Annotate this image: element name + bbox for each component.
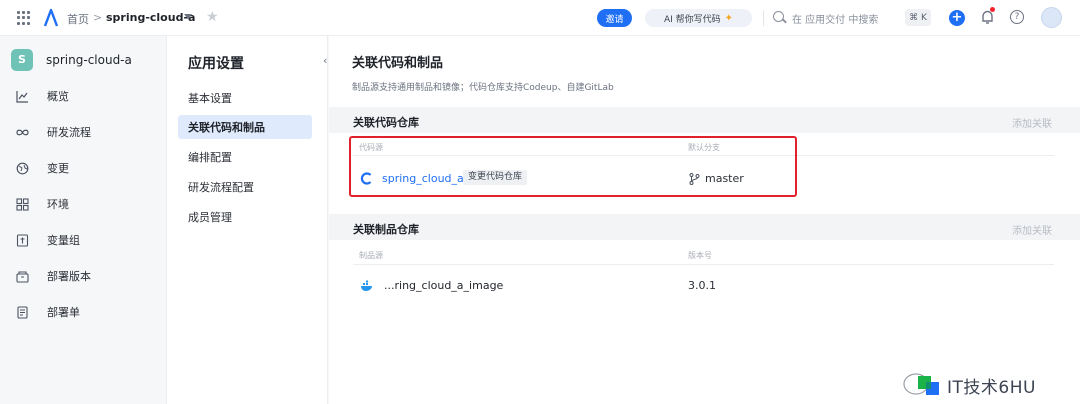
ai-assistant-label: AI 帮你写代码 (663, 14, 721, 25)
sidebar-item-environments[interactable]: 环境 (0, 192, 166, 216)
app-launcher-icon[interactable] (17, 11, 31, 25)
breadcrumb-app[interactable]: spring-cloud-a (106, 11, 195, 24)
search-input[interactable]: 在 应用交付 中搜索 (792, 11, 878, 26)
sidebar-item-deploy-versions[interactable]: 部署版本 (0, 264, 166, 288)
chevron-down-icon[interactable] (184, 14, 192, 19)
column-header-version: 版本号 (688, 251, 712, 260)
help-icon[interactable]: ? (1010, 10, 1024, 24)
page-title: 关联代码和制品 (352, 56, 444, 71)
change-repo-button[interactable]: 变更代码仓库 (463, 170, 528, 185)
infinity-icon (16, 129, 29, 135)
sidebar-item-dev-flow[interactable]: 研发流程 (0, 120, 166, 144)
breadcrumb-home[interactable]: 首页 (67, 11, 89, 27)
settings-item-basic[interactable]: 基本设置 (178, 86, 312, 110)
chart-line-icon (16, 90, 28, 103)
top-bar: 首页 > spring-cloud-a ★ 邀请 AI 帮你写代码 ✦ 在 应用… (0, 0, 1080, 36)
sparkle-icon: ✦ (724, 12, 734, 24)
globe-icon (16, 162, 29, 174)
sidebar-item-label: 变更 (47, 162, 69, 175)
divider (353, 155, 1054, 156)
settings-item-orchestration[interactable]: 编排配置 (178, 145, 312, 169)
star-icon[interactable]: ★ (206, 9, 219, 25)
docker-icon (361, 280, 372, 291)
wechat-logo-icon (903, 373, 939, 395)
watermark-text: IT技术6HU (947, 377, 1036, 398)
sidebar-item-label: 部署版本 (47, 270, 91, 283)
ai-assistant-button[interactable]: AI 帮你写代码 ✦ (645, 9, 752, 27)
sidebar-item-variable-groups[interactable]: 变量组 (0, 228, 166, 252)
sidebar-item-label: 部署单 (47, 306, 80, 319)
column-header-artifact-source: 制品源 (359, 251, 383, 260)
watermark: IT技术6HU (902, 368, 1036, 402)
chevron-left-icon[interactable]: ‹ (323, 54, 327, 67)
sidebar-item-label: 概览 (47, 90, 69, 103)
shortcut-badge: ⌘ K (905, 9, 931, 26)
grid-icon (16, 197, 29, 211)
page-description: 制品源支持通用制品和镜像；代码仓库支持Codeup、自建GitLab (352, 83, 614, 93)
search-icon[interactable] (773, 11, 784, 22)
sidebar: S spring-cloud-a 概览 研发流程 变更 环境 变量组 部署版本 … (0, 36, 167, 404)
package-icon (16, 270, 29, 283)
settings-title: 应用设置 (188, 56, 244, 72)
codeup-icon (360, 172, 372, 185)
sidebar-item-changes[interactable]: 变更 (0, 156, 166, 180)
settings-item-dev-flow[interactable]: 研发流程配置 (178, 175, 312, 199)
avatar[interactable] (1041, 7, 1062, 28)
artifact-version-value: 3.0.1 (688, 279, 716, 292)
repo-name-link[interactable]: spring_cloud_a (382, 172, 464, 185)
add-artifact-link-button[interactable]: 添加关联 (1012, 222, 1052, 237)
column-header-source: 代码源 (359, 143, 383, 152)
variable-icon (16, 233, 29, 247)
add-code-link-button[interactable]: 添加关联 (1012, 115, 1052, 130)
sidebar-item-label: 变量组 (47, 234, 80, 247)
artifact-image-name[interactable]: ...ring_cloud_a_image (384, 279, 503, 292)
breadcrumb-separator: > (93, 11, 103, 24)
notification-dot (990, 7, 995, 12)
code-repo-section-header: 关联代码仓库 添加关联 (329, 107, 1080, 133)
app-badge: S (11, 49, 33, 71)
sidebar-item-overview[interactable]: 概览 (0, 84, 166, 108)
product-logo-icon[interactable] (43, 8, 59, 28)
sidebar-item-label: 研发流程 (47, 126, 91, 139)
document-icon (17, 305, 28, 319)
settings-item-code-artifacts[interactable]: 关联代码和制品 (178, 115, 312, 139)
column-header-branch: 默认分支 (688, 143, 720, 152)
settings-panel: 应用设置 ‹ 基本设置 关联代码和制品 编排配置 研发流程配置 成员管理 (167, 36, 328, 404)
divider (763, 10, 764, 26)
sidebar-item-deploy-orders[interactable]: 部署单 (0, 300, 166, 324)
sidebar-item-label: 环境 (47, 198, 69, 211)
section-title: 关联代码仓库 (353, 116, 419, 129)
invite-button[interactable]: 邀请 (597, 9, 632, 27)
default-branch-value: master (705, 172, 744, 185)
artifact-repo-section-header: 关联制品仓库 添加关联 (329, 214, 1080, 240)
settings-item-members[interactable]: 成员管理 (178, 205, 312, 229)
section-title: 关联制品仓库 (353, 223, 419, 236)
divider (353, 264, 1054, 265)
sidebar-app-name[interactable]: spring-cloud-a (46, 53, 132, 67)
main-content: 关联代码和制品 制品源支持通用制品和镜像；代码仓库支持Codeup、自建GitL… (329, 36, 1080, 404)
branch-icon (689, 173, 700, 185)
add-button[interactable]: + (949, 10, 965, 26)
